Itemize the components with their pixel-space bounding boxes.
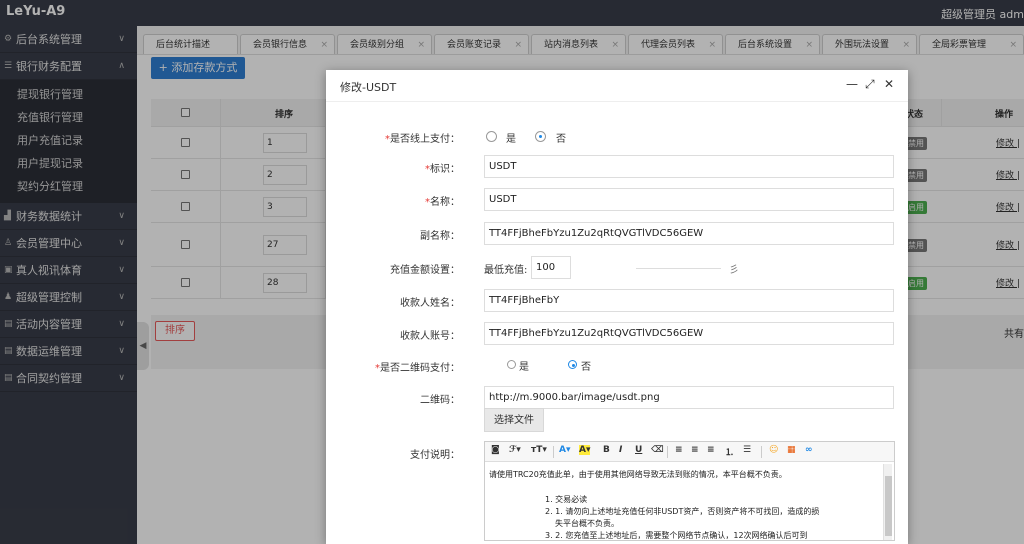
subname-input[interactable]: TT4FFjBheFbYzu1Zu2qRtQVGTlVDC56GEW <box>484 222 894 245</box>
font-size-icon[interactable]: тT▾ <box>531 445 547 455</box>
description-line: 3. 2. 您充值至上述地址后，需要整个网络节点确认，12次网络确认后可到 <box>545 531 808 540</box>
maximize-icon[interactable]: ⤢ <box>865 77 875 92</box>
online-pay-no-label: 否 <box>556 134 566 145</box>
qr-pay-yes-radio[interactable] <box>507 360 516 369</box>
toolbar-divider <box>761 446 762 458</box>
emoji-icon[interactable]: ☺ <box>769 445 778 455</box>
description-line: 1. 交易必读 <box>545 495 588 504</box>
name-label: *名称： <box>425 197 460 208</box>
min-amount-input[interactable]: 100 <box>531 256 571 279</box>
editor-toolbar: ◙ ℱ▾ тT▾ A▾ A▾ B I U ⌫ ≡ ≡ ≡ ⒈ ☰ ☺ ▦ ∞ <box>485 442 894 462</box>
scrollbar-thumb[interactable] <box>885 476 892 536</box>
choose-file-button[interactable]: 选择文件 <box>484 408 544 432</box>
identifier-label: *标识： <box>425 164 460 175</box>
clear-format-icon[interactable]: ⌫ <box>651 445 664 455</box>
description-label: 支付说明： <box>410 450 460 461</box>
payee-account-row: 收款人账号： TT4FFjBheFbYzu1Zu2qRtQVGTlVDC56GE… <box>326 322 908 346</box>
rich-text-editor[interactable]: ◙ ℱ▾ тT▾ A▾ A▾ B I U ⌫ ≡ ≡ ≡ ⒈ ☰ ☺ ▦ ∞ 请… <box>484 441 895 541</box>
payee-name-label: 收款人姓名： <box>400 298 460 309</box>
qr-pay-yes-label: 是 <box>519 362 529 373</box>
qrcode-input[interactable]: http://m.9000.bar/image/usdt.png <box>484 386 894 409</box>
dialog-header: 修改-USDT — ⤢ ✕ <box>326 70 908 102</box>
toolbar-divider <box>553 446 554 458</box>
italic-icon[interactable]: I <box>619 445 622 455</box>
qr-pay-label: *是否二维码支付： <box>375 363 460 374</box>
identifier-input[interactable]: USDT <box>484 155 894 178</box>
link-icon[interactable]: ∞ <box>805 445 813 455</box>
online-pay-yes-radio[interactable] <box>486 131 497 142</box>
image-icon[interactable]: ▦ <box>787 445 796 455</box>
align-left-icon[interactable]: ≡ <box>675 445 683 455</box>
amount-row: 充值金额设置： 最低充值: 100 彡 <box>326 256 908 280</box>
payee-account-label: 收款人账号： <box>400 331 460 342</box>
description-line: 2. 1. 请勿向上述地址充值任何非USDT资产，否则资产将不可找回，造成的损 <box>545 507 820 516</box>
max-amount-underline <box>636 268 721 269</box>
font-color-icon[interactable]: A▾ <box>559 445 570 455</box>
edit-dialog: 修改-USDT — ⤢ ✕ *是否线上支付： 是 否 *标识： USDT *名称… <box>326 70 908 544</box>
dialog-body: *是否线上支付： 是 否 *标识： USDT *名称： USDT 副名称： TT… <box>326 103 908 544</box>
payee-account-input[interactable]: TT4FFjBheFbYzu1Zu2qRtQVGTlVDC56GEW <box>484 322 894 345</box>
unordered-list-icon[interactable]: ☰ <box>743 445 751 455</box>
identifier-row: *标识： USDT <box>326 155 908 179</box>
align-right-icon[interactable]: ≡ <box>707 445 715 455</box>
online-pay-yes-label: 是 <box>506 134 516 145</box>
dialog-title: 修改-USDT <box>340 81 397 94</box>
underline-icon[interactable]: U <box>635 445 642 455</box>
online-pay-no-radio[interactable] <box>535 131 546 142</box>
ordered-list-icon[interactable]: ⒈ <box>725 445 734 458</box>
close-icon[interactable]: ✕ <box>884 77 894 91</box>
online-pay-row: *是否线上支付： 是 否 <box>326 125 908 149</box>
description-line: 失平台概不负责。 <box>555 519 619 528</box>
qrcode-row: 二维码： http://m.9000.bar/image/usdt.png <box>326 386 908 410</box>
subname-row: 副名称： TT4FFjBheFbYzu1Zu2qRtQVGTlVDC56GEW <box>326 222 908 246</box>
font-family-icon[interactable]: ℱ▾ <box>509 445 521 455</box>
max-amount-label: 彡 <box>729 265 739 276</box>
amount-label: 充值金额设置： <box>390 265 460 276</box>
name-input[interactable]: USDT <box>484 188 894 211</box>
highlight-icon[interactable]: A▾ <box>579 445 591 455</box>
align-center-icon[interactable]: ≡ <box>691 445 699 455</box>
qr-pay-no-label: 否 <box>581 362 591 373</box>
payee-name-input[interactable]: TT4FFjBheFbY <box>484 289 894 312</box>
description-line: 请使用TRC20充值此单，由于使用其他网络导致无法到账的情况，本平台概不负责。 <box>489 470 787 479</box>
qr-pay-row: *是否二维码支付： 是 否 <box>326 354 908 378</box>
toolbar-divider <box>667 446 668 458</box>
qrcode-label: 二维码： <box>420 395 460 406</box>
online-pay-label: *是否线上支付： <box>385 134 460 145</box>
qr-pay-no-radio[interactable] <box>568 360 577 369</box>
payee-name-row: 收款人姓名： TT4FFjBheFbY <box>326 289 908 313</box>
min-amount-label: 最低充值: <box>484 265 528 276</box>
bold-icon[interactable]: B <box>603 445 610 455</box>
source-icon[interactable]: ◙ <box>491 445 500 455</box>
editor-scrollbar[interactable] <box>883 464 892 540</box>
minimize-icon[interactable]: — <box>846 77 858 91</box>
name-row: *名称： USDT <box>326 188 908 212</box>
subname-label: 副名称： <box>420 231 460 242</box>
